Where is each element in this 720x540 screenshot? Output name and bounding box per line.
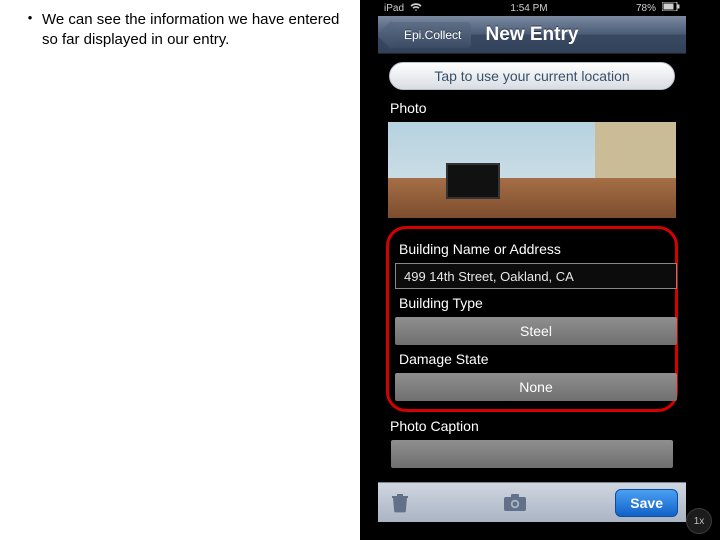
phone-backdrop: iPad 1:54 PM 78% Epi.Collect New Entry T… <box>360 0 720 540</box>
bottom-toolbar: Save <box>378 482 686 522</box>
use-location-button[interactable]: Tap to use your current location <box>389 62 675 90</box>
bullet-text: We can see the information we have enter… <box>42 10 348 49</box>
photo-caption-label: Photo Caption <box>390 418 676 434</box>
building-name-input[interactable]: 499 14th Street, Oakland, CA <box>395 263 677 289</box>
battery-icon <box>662 2 680 14</box>
back-button[interactable]: Epi.Collect <box>388 22 471 48</box>
building-name-label: Building Name or Address <box>399 241 667 257</box>
camera-icon[interactable] <box>501 489 529 517</box>
bullet-row: • We can see the information we have ent… <box>18 10 348 49</box>
damage-state-value: None <box>519 379 552 395</box>
slide-text-panel: • We can see the information we have ent… <box>18 10 348 49</box>
damage-state-select[interactable]: None <box>395 373 677 401</box>
photo-label: Photo <box>390 100 676 116</box>
device-label: iPad <box>384 3 404 14</box>
wifi-icon <box>410 2 422 15</box>
photo-caption-input[interactable] <box>391 440 673 468</box>
highlighted-fields-group: Building Name or Address 499 14th Street… <box>386 226 678 412</box>
zoom-badge[interactable]: 1x <box>686 508 712 534</box>
trash-icon[interactable] <box>386 489 414 517</box>
phone-frame: iPad 1:54 PM 78% Epi.Collect New Entry T… <box>378 0 686 522</box>
clock: 1:54 PM <box>510 3 547 14</box>
form-scroll-area[interactable]: Tap to use your current location Photo B… <box>378 54 686 482</box>
zoom-label: 1x <box>694 516 705 527</box>
use-location-label: Tap to use your current location <box>434 68 629 84</box>
save-button[interactable]: Save <box>615 489 678 517</box>
bullet-marker: • <box>18 10 42 49</box>
photo-thumbnail[interactable] <box>388 122 676 218</box>
status-bar: iPad 1:54 PM 78% <box>378 0 686 16</box>
photo-placeholder-image <box>388 122 676 218</box>
save-button-label: Save <box>630 495 663 511</box>
battery-percent: 78% <box>636 3 656 14</box>
building-type-label: Building Type <box>399 295 667 311</box>
damage-state-label: Damage State <box>399 351 667 367</box>
back-button-label: Epi.Collect <box>404 28 461 42</box>
building-type-value: Steel <box>520 323 552 339</box>
building-type-select[interactable]: Steel <box>395 317 677 345</box>
nav-bar: Epi.Collect New Entry <box>378 16 686 54</box>
building-name-value: 499 14th Street, Oakland, CA <box>404 269 574 284</box>
